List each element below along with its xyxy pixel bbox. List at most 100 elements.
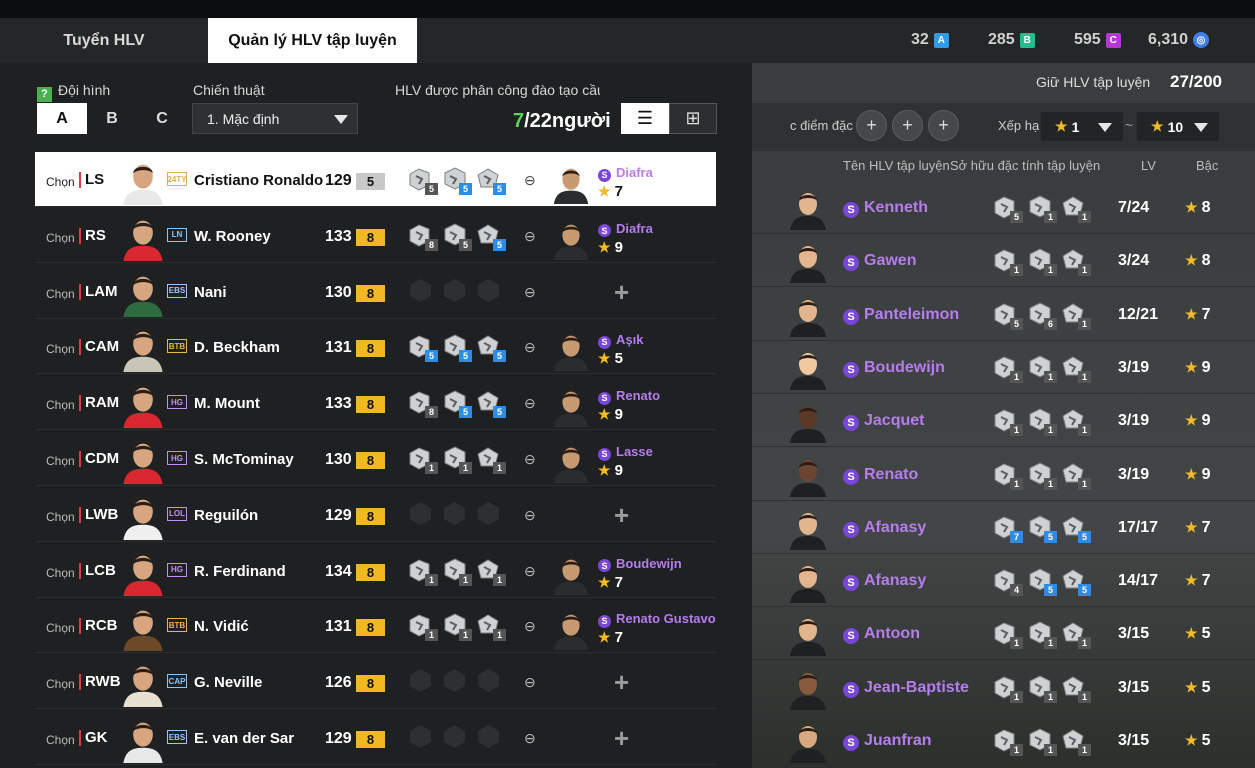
assign-coach-plus-icon[interactable]: + [614,277,629,308]
player-row[interactable]: Chọn LAM EBS Nani 130 8 ⊖ + [35,264,716,319]
link-icon[interactable]: ⊖ [524,395,536,412]
training-trait-icon[interactable]: 1 [1060,619,1091,650]
coach-row[interactable]: S Jacquet 1 1 1 3/19 ★ 9 [752,394,1255,448]
link-icon[interactable]: ⊖ [524,563,536,580]
player-row[interactable]: Chọn RAM HG M. Mount 133 8 8 5 5 ⊖ S Renato ★ 9 [35,375,716,431]
training-trait-icon[interactable]: 5 [992,193,1023,223]
link-icon[interactable]: ⊖ [524,507,536,524]
link-icon[interactable]: ⊖ [524,172,536,189]
training-trait-icon[interactable]: 1 [407,556,438,586]
coach-row[interactable]: S Panteleimon 5 6 1 12/21 ★ 7 [752,288,1255,341]
training-trait-icon[interactable]: 1 [407,611,438,642]
coach-name[interactable]: S Lasse [598,444,653,461]
select-label[interactable]: Chọn [46,175,75,189]
select-label[interactable]: Chọn [46,566,75,580]
training-trait-icon[interactable]: 5 [475,332,506,363]
training-trait-icon[interactable]: 8 [407,221,438,251]
training-trait-icon[interactable]: 1 [992,246,1023,277]
player-row[interactable]: Chọn RS LN W. Rooney 133 8 8 5 5 ⊖ S Diafra ★ 9 [35,208,716,263]
select-label[interactable]: Chọn [46,621,75,635]
rank-from-dropdown[interactable]: ★ 1 [1041,112,1123,141]
link-icon[interactable]: ⊖ [524,284,536,301]
select-label[interactable]: Chọn [46,733,75,747]
assign-coach-plus-icon[interactable]: + [614,723,629,754]
training-trait-icon[interactable]: 8 [407,388,438,419]
select-label[interactable]: Chọn [46,342,75,356]
training-trait-icon[interactable]: 1 [1060,246,1091,277]
training-trait-icon[interactable]: 1 [1026,673,1057,703]
list-view-button[interactable]: ☰ [621,103,669,134]
training-trait-icon[interactable]: 1 [441,611,472,642]
link-icon[interactable]: ⊖ [524,730,536,747]
coach-row[interactable]: S Afanasy 7 5 5 17/17 ★ 7 [752,501,1255,554]
training-trait-icon[interactable]: 5 [475,388,506,419]
training-trait-icon[interactable]: 1 [407,444,438,474]
coach-row[interactable]: S Gawen 1 1 1 3/24 ★ 8 [752,234,1255,288]
training-trait-icon[interactable]: 1 [441,556,472,586]
player-row[interactable]: Chọn RWB CAP G. Neville 126 8 ⊖ + [35,654,716,710]
coach-row[interactable]: S Afanasy 4 5 5 14/17 ★ 7 [752,554,1255,608]
training-trait-icon[interactable]: 1 [1060,406,1091,437]
coach-portrait[interactable] [551,162,591,204]
training-trait-icon[interactable]: 1 [1060,353,1091,383]
training-trait-icon[interactable]: 5 [1026,566,1057,597]
coach-row[interactable]: S Antoon 1 1 1 3/15 ★ 5 [752,607,1255,661]
training-trait-icon[interactable]: 4 [992,566,1023,597]
coach-portrait[interactable] [551,218,591,260]
training-trait-icon[interactable]: 6 [1026,300,1057,330]
player-row[interactable]: Chọn LWB LOL Reguilón 129 8 ⊖ + [35,487,716,542]
link-icon[interactable]: ⊖ [524,339,536,356]
training-trait-icon[interactable]: 1 [1026,460,1057,490]
select-label[interactable]: Chọn [46,677,75,691]
pitch-view-button[interactable]: ⊞ [669,103,717,134]
training-trait-icon[interactable]: 5 [441,165,472,195]
training-trait-icon[interactable]: 1 [1026,406,1057,437]
coach-portrait[interactable] [551,608,591,651]
training-trait-icon[interactable]: 1 [1026,353,1057,383]
training-trait-icon[interactable]: 1 [1026,619,1057,650]
training-trait-icon[interactable]: 5 [441,221,472,251]
training-trait-icon[interactable]: 1 [992,726,1023,756]
add-trait-filter-3[interactable]: + [928,110,959,141]
coach-name[interactable]: S Diafra [598,221,653,238]
player-row[interactable]: Chọn LS 24TY Cristiano Ronaldo 129 5 5 5 5 ⊖ S Diaf… [35,152,716,207]
tactic-dropdown[interactable]: 1. Mặc định [192,103,358,134]
coach-row[interactable]: S Juanfran 1 1 1 3/15 ★ 5 [752,714,1255,767]
training-trait-icon[interactable]: 1 [1026,246,1057,277]
link-icon[interactable]: ⊖ [524,618,536,635]
squad-option-a[interactable]: A [37,103,87,134]
training-trait-icon[interactable]: 1 [475,556,506,586]
coach-row[interactable]: S Jean-Baptiste 1 1 1 3/15 ★ 5 [752,661,1255,714]
player-row[interactable]: Chọn RCB BTB N. Vidić 131 8 1 1 1 ⊖ S Renato Gustav… [35,598,716,654]
select-label[interactable]: Chọn [46,398,75,412]
add-trait-filter-1[interactable]: + [856,110,887,141]
coach-name[interactable]: S Diafra [598,165,653,182]
training-trait-icon[interactable]: 1 [1026,726,1057,756]
coach-row[interactable]: S Kenneth 5 1 1 7/24 ★ 8 [752,181,1255,234]
training-trait-icon[interactable]: 5 [1060,566,1091,597]
training-trait-icon[interactable]: 1 [1060,300,1091,330]
rank-to-dropdown[interactable]: ★ 10 [1137,112,1219,141]
training-trait-icon[interactable]: 1 [1060,726,1091,756]
training-trait-icon[interactable]: 5 [441,388,472,419]
training-trait-icon[interactable]: 1 [992,353,1023,383]
link-icon[interactable]: ⊖ [524,674,536,691]
select-label[interactable]: Chọn [46,454,75,468]
tab-recruit-coach[interactable]: Tuyển HLV [0,18,208,63]
player-row[interactable]: Chọn CDM HG S. McTominay 130 8 1 1 1 ⊖ S Lasse ★ 9 [35,431,716,486]
add-trait-filter-2[interactable]: + [892,110,923,141]
training-trait-icon[interactable]: 5 [441,332,472,363]
squad-option-c[interactable]: C [137,103,187,134]
tab-manage-coach[interactable]: Quản lý HLV tập luyện [208,18,417,63]
coach-name[interactable]: S Renato Gustavo [598,611,716,628]
player-row[interactable]: Chọn GK EBS E. van der Sar 129 8 ⊖ + [35,710,716,765]
training-trait-icon[interactable]: 5 [1060,513,1091,543]
squad-option-b[interactable]: B [87,103,137,134]
coach-name[interactable]: S Aşık [598,332,643,349]
training-trait-icon[interactable]: 5 [407,332,438,363]
training-trait-icon[interactable]: 1 [1060,673,1091,703]
link-icon[interactable]: ⊖ [524,451,536,468]
coach-portrait[interactable] [551,441,591,483]
training-trait-icon[interactable]: 1 [992,460,1023,490]
training-trait-icon[interactable]: 1 [475,444,506,474]
